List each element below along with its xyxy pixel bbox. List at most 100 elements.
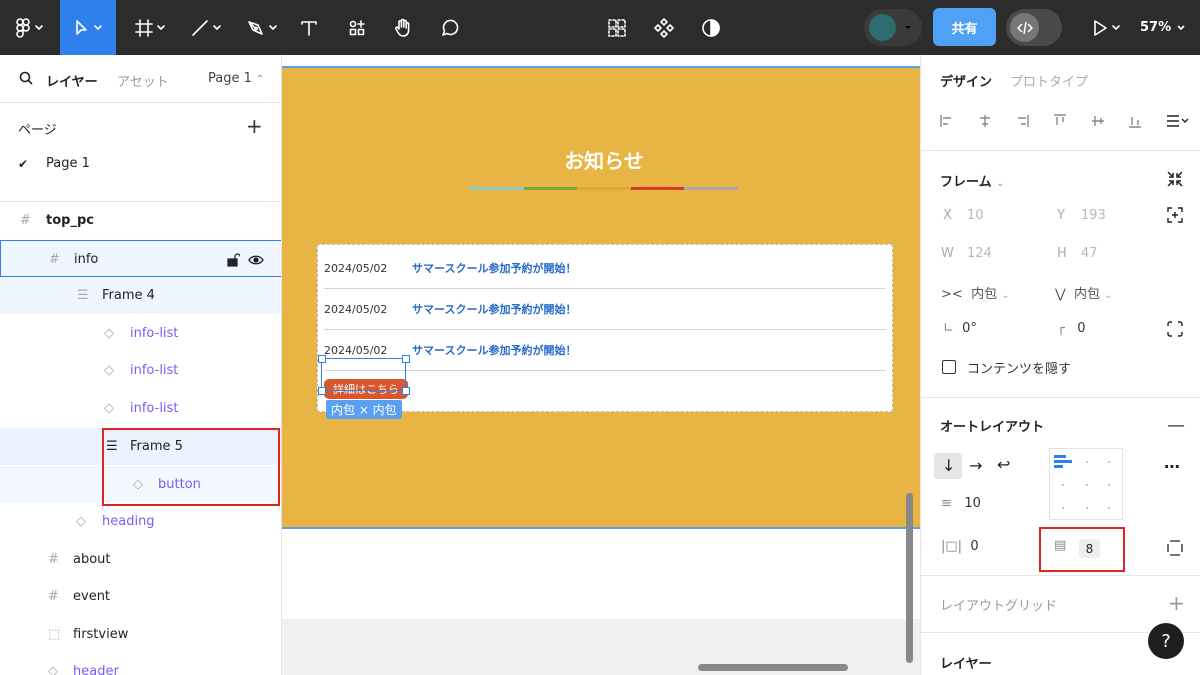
corner-radius-field[interactable]: ┌ 0 <box>1057 321 1086 336</box>
resize-handle[interactable] <box>402 355 410 363</box>
hand-icon <box>395 18 410 37</box>
align-right-icon[interactable] <box>1014 113 1030 129</box>
news-date: 2024/05/02 <box>324 302 388 316</box>
news-item[interactable]: 2024/05/02 サマースクール参加予約が開始！ <box>324 248 886 289</box>
layer-info[interactable]: # info <box>0 240 281 277</box>
add-page-button[interactable]: + <box>246 116 263 136</box>
gap-field[interactable]: ≡ 10 <box>941 496 981 511</box>
avatar[interactable] <box>869 14 896 41</box>
h-label: H <box>1057 246 1067 261</box>
clip-content-checkbox[interactable] <box>942 360 956 374</box>
unlock-icon[interactable] <box>227 252 240 267</box>
pages-header: ページ <box>18 123 57 138</box>
more-options-button[interactable]: ⋯ <box>1164 457 1181 476</box>
y-field[interactable]: 193 <box>1081 208 1106 223</box>
layer-top-pc[interactable]: # top_pc <box>0 202 281 239</box>
resize-handle[interactable] <box>318 355 326 363</box>
width-field[interactable]: 124 <box>967 246 992 261</box>
news-title: サマースクール参加予約が開始！ <box>412 303 577 316</box>
align-dot <box>1108 507 1110 509</box>
frame-section-title[interactable]: フレーム ⌄ <box>940 171 1005 190</box>
search-icon[interactable] <box>19 71 33 85</box>
layout-grid-title: レイアウトグリッド <box>940 599 1058 614</box>
collapse-frame-icon[interactable] <box>1167 171 1183 187</box>
tab-layers[interactable]: レイヤー <box>46 71 98 90</box>
layer-about[interactable]: # about <box>0 541 281 578</box>
align-center-v-icon[interactable] <box>1090 113 1106 129</box>
layer-firstview[interactable]: ⬚ firstview <box>0 616 281 653</box>
align-dot <box>1086 461 1088 463</box>
width-mode-dropdown[interactable]: >< 内包 ⌄ <box>941 283 1010 302</box>
h-padding-value: 0 <box>970 539 979 554</box>
layer-event[interactable]: # event <box>0 578 281 615</box>
add-layout-grid-button[interactable]: + <box>1168 591 1185 615</box>
direction-horizontal-button[interactable]: → <box>969 456 982 475</box>
page-item[interactable]: ✔ Page 1 <box>18 156 90 171</box>
page-selector[interactable]: Page 1 ⌃ <box>208 71 264 86</box>
align-dot <box>1086 507 1088 509</box>
resources-button[interactable] <box>344 0 370 55</box>
layer-heading[interactable]: ◇ heading <box>0 503 281 540</box>
remove-autolayout-button[interactable]: — <box>1167 415 1185 436</box>
individual-padding-icon[interactable] <box>1167 540 1183 556</box>
instance-icon: ◇ <box>76 514 86 529</box>
info-frame[interactable]: お知らせ 2024/05/02 サマースクール参加予約が開始！ 2024/05/… <box>282 66 920 529</box>
shape-tool-button[interactable] <box>184 0 228 55</box>
independent-corners-icon[interactable] <box>1167 321 1183 337</box>
resize-handle[interactable] <box>318 387 326 395</box>
horizontal-scrollbar[interactable] <box>698 664 848 671</box>
resize-handle[interactable] <box>402 387 410 395</box>
rotation-field[interactable]: ∟ 0° <box>943 321 977 336</box>
selection-outline[interactable] <box>321 358 406 391</box>
layer-header[interactable]: ◇ header <box>0 653 281 675</box>
gap-icon: ≡ <box>941 496 952 511</box>
chevron-down-icon <box>212 24 221 30</box>
layer-frame-4[interactable]: ☰ Frame 4 <box>0 277 281 314</box>
absolute-position-icon[interactable] <box>1167 207 1183 223</box>
chevron-down-icon <box>905 25 911 29</box>
align-bottom-icon[interactable] <box>1127 113 1143 129</box>
help-button[interactable]: ? <box>1148 623 1184 659</box>
height-mode-dropdown[interactable]: ⋁ 内包 ⌄ <box>1055 283 1112 302</box>
move-tool-button[interactable] <box>60 0 116 55</box>
underline-segment <box>470 187 524 190</box>
dev-mode-toggle[interactable] <box>1006 9 1062 46</box>
section-heading: お知らせ <box>564 149 644 173</box>
distribute-icon[interactable] <box>1165 113 1189 129</box>
news-item[interactable]: 2024/05/02 サマースクール参加予約が開始！ <box>324 289 886 330</box>
align-top-icon[interactable] <box>1052 113 1068 129</box>
layer-info-list[interactable]: ◇ info-list <box>0 390 281 427</box>
x-field[interactable]: 10 <box>967 208 984 223</box>
pen-tool-button[interactable] <box>240 0 284 55</box>
mask-button[interactable] <box>698 0 724 55</box>
create-component-button[interactable] <box>651 0 677 55</box>
hand-tool-button[interactable] <box>390 0 416 55</box>
share-button[interactable]: 共有 <box>933 8 996 46</box>
present-button[interactable] <box>1088 0 1124 55</box>
frame-tool-button[interactable] <box>128 0 172 55</box>
news-item[interactable]: 2024/05/02 サマースクール参加予約が開始！ <box>324 330 886 371</box>
layer-info-list[interactable]: ◇ info-list <box>0 352 281 389</box>
chevron-down-icon <box>1111 24 1120 30</box>
main-menu-button[interactable] <box>8 0 50 55</box>
layer-info-list[interactable]: ◇ info-list <box>0 315 281 352</box>
tab-design[interactable]: デザイン <box>940 71 992 90</box>
alignment-grid[interactable] <box>1049 448 1123 520</box>
zoom-menu[interactable]: 57% <box>1140 0 1186 55</box>
comment-tool-button[interactable] <box>437 0 463 55</box>
tab-prototype[interactable]: プロトタイプ <box>1010 71 1088 90</box>
height-field[interactable]: 47 <box>1081 246 1098 261</box>
canvas[interactable]: お知らせ 2024/05/02 サマースクール参加予約が開始！ 2024/05/… <box>282 55 920 675</box>
select-matching-button[interactable] <box>604 0 630 55</box>
multiplayer-avatars[interactable] <box>864 9 922 46</box>
tab-assets[interactable]: アセット <box>117 71 169 90</box>
text-tool-button[interactable] <box>296 0 322 55</box>
direction-wrap-button[interactable]: ↩ <box>997 455 1010 474</box>
align-left-icon[interactable] <box>939 113 955 129</box>
eye-icon[interactable] <box>248 254 264 266</box>
align-center-h-icon[interactable] <box>977 113 993 129</box>
horizontal-padding-field[interactable]: |□| 0 <box>941 539 979 554</box>
align-dot <box>1062 507 1064 509</box>
next-section-frame[interactable] <box>282 529 920 619</box>
vertical-scrollbar[interactable] <box>906 493 913 663</box>
